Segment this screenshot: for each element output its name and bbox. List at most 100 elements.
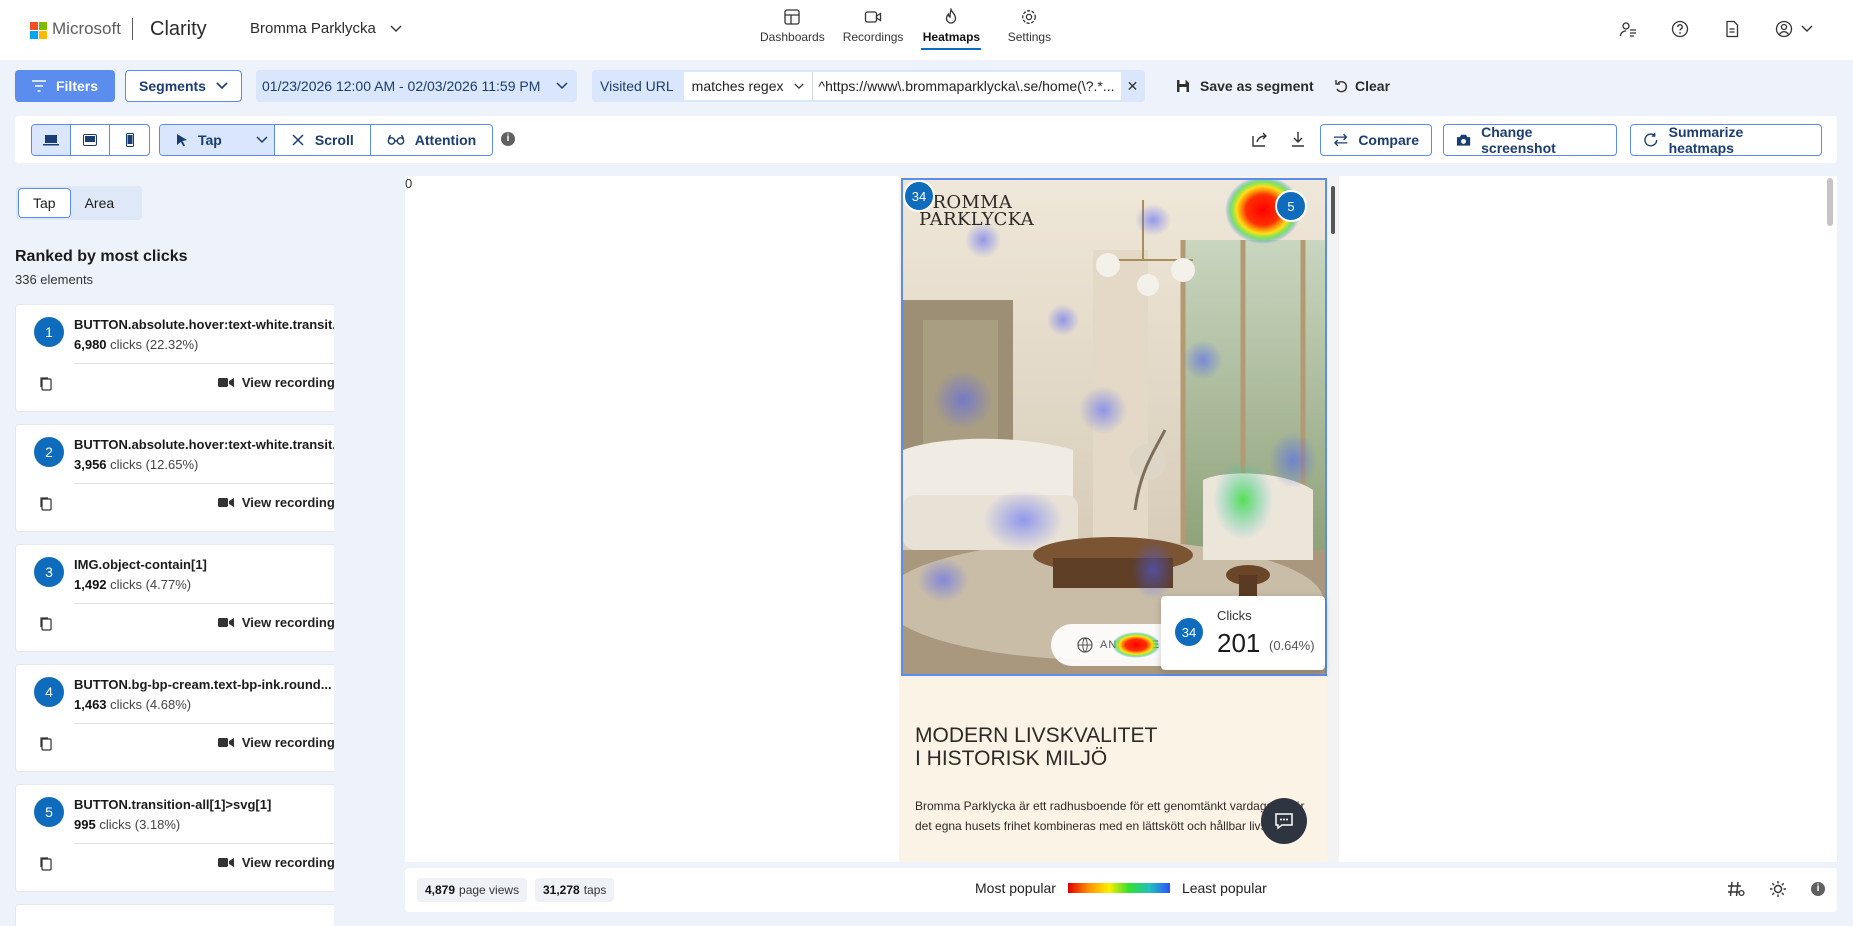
- device-desktop[interactable]: [32, 125, 71, 155]
- change-screenshot-label: Change screenshot: [1481, 124, 1556, 156]
- legend-most: Most popular: [975, 880, 1056, 896]
- share-icon[interactable]: [1251, 130, 1269, 148]
- compare-button[interactable]: Compare: [1320, 124, 1432, 156]
- tooltip-label: Clicks: [1217, 608, 1252, 623]
- brightness-icon[interactable]: [1769, 880, 1787, 898]
- site-logo: BROMMA PARKLYCKA: [919, 192, 1035, 230]
- rank-badge: 4: [34, 677, 64, 707]
- account-icon: [1775, 20, 1793, 38]
- click-stats: 3,956 clicks (12.65%): [74, 457, 199, 472]
- click-stats: 1,492 clicks (4.77%): [74, 577, 192, 592]
- taps-stat: 31,278 taps: [535, 878, 615, 902]
- clear-button[interactable]: Clear: [1335, 78, 1390, 94]
- mode-scroll[interactable]: Scroll: [275, 125, 371, 155]
- site-headline: MODERN LIVSKVALITET I HISTORISK MILJÖ: [915, 724, 1158, 770]
- device-tablet[interactable]: [71, 125, 110, 155]
- element-selector: IMG.object-contain[1]: [74, 557, 207, 572]
- visited-url-filter: Visited URL matches regex ^https://www\.…: [592, 70, 1145, 102]
- view-recordings-link[interactable]: View recordings: [217, 495, 334, 510]
- hashtag-settings-icon[interactable]: [1727, 881, 1745, 897]
- list-item[interactable]: 5 BUTTON.transition-all[1]>svg[1] 995 cl…: [15, 784, 334, 892]
- mode-attention[interactable]: Attention: [371, 125, 492, 155]
- footer-actions: i: [1727, 880, 1825, 898]
- url-value-input[interactable]: ^https://www\.brommaparklycka\.se/home(\…: [812, 72, 1121, 100]
- device-mobile[interactable]: [110, 125, 149, 155]
- project-selector[interactable]: Bromma Parklycka: [250, 20, 402, 37]
- canvas-scrollbar[interactable]: [1827, 178, 1833, 226]
- ranked-heading: Ranked by most clicks: [15, 248, 188, 265]
- element-selector: BUTTON.transition-all[1]>svg[1]: [74, 797, 272, 812]
- element-selector: BUTTON.absolute.hover:text-white.transit…: [74, 437, 334, 452]
- page-screenshot-scrollbar[interactable]: [1327, 176, 1339, 862]
- filters-label: Filters: [55, 78, 98, 94]
- filter-row: Filters Segments 01/23/2026 12:00 AM - 0…: [0, 60, 1853, 114]
- nav-recordings-label: Recordings: [842, 30, 904, 44]
- mode-attention-label: Attention: [414, 132, 477, 148]
- microsoft-logo-icon: [30, 22, 47, 39]
- mode-tap[interactable]: Tap: [160, 125, 275, 155]
- info-icon[interactable]: i: [501, 132, 515, 146]
- remove-filter-close-icon[interactable]: ✕: [1121, 78, 1145, 95]
- share-people-icon[interactable]: [1619, 20, 1637, 38]
- nav-dashboards[interactable]: Dashboards: [760, 8, 825, 50]
- nav-settings-label: Settings: [1007, 30, 1052, 44]
- element-selector: BUTTON.absolute.hover:text-white.transit…: [74, 317, 334, 332]
- video-icon: [217, 498, 234, 507]
- compare-arrows-icon: [1333, 133, 1348, 147]
- segments-button[interactable]: Segments: [125, 70, 242, 102]
- list-item[interactable]: 3 IMG.object-contain[1] 1,492 clicks (4.…: [15, 544, 334, 652]
- heatmap-mode-selector: Tap Scroll Attention: [159, 124, 494, 156]
- nav-dashboards-label: Dashboards: [760, 30, 825, 44]
- camera-icon: [1456, 134, 1471, 146]
- info-icon[interactable]: i: [1811, 882, 1825, 896]
- rank-badge: 1: [34, 317, 64, 347]
- chat-button[interactable]: [1261, 798, 1307, 844]
- tab-area[interactable]: Area: [71, 188, 129, 218]
- document-icon[interactable]: [1723, 20, 1741, 38]
- change-screenshot-button[interactable]: Change screenshot: [1443, 124, 1617, 156]
- click-rank-badge[interactable]: 34: [903, 180, 935, 212]
- chevron-down-icon: [390, 25, 402, 32]
- chevron-down-icon: [556, 82, 568, 90]
- desktop-icon: [43, 135, 59, 146]
- list-item[interactable]: 2 BUTTON.absolute.hover:text-white.trans…: [15, 424, 334, 532]
- header-actions: [1619, 20, 1813, 38]
- view-recordings-link[interactable]: View recordings: [217, 615, 334, 630]
- copy-icon[interactable]: [40, 857, 52, 871]
- filters-button[interactable]: Filters: [15, 70, 115, 102]
- nav-heatmaps[interactable]: Heatmaps: [921, 8, 982, 50]
- app-title[interactable]: Clarity: [150, 18, 207, 41]
- flame-icon: [946, 8, 957, 24]
- click-stats: 6,980 clicks (22.32%): [74, 337, 199, 352]
- help-icon[interactable]: [1671, 20, 1689, 38]
- tab-tap[interactable]: Tap: [18, 188, 71, 218]
- copy-icon[interactable]: [40, 617, 52, 631]
- tablet-icon: [83, 134, 97, 146]
- click-rank-badge[interactable]: 5: [1275, 190, 1307, 222]
- chevron-down-icon[interactable]: [256, 136, 268, 144]
- view-recordings-link[interactable]: View recordings: [217, 855, 334, 870]
- account-menu[interactable]: [1775, 20, 1813, 38]
- microsoft-label: Microsoft: [52, 19, 121, 38]
- url-operator-select[interactable]: matches regex: [683, 72, 813, 100]
- video-icon: [217, 738, 234, 747]
- save-as-segment-button[interactable]: Save as segment: [1176, 78, 1314, 94]
- summarize-heatmaps-button[interactable]: Summarize heatmaps: [1630, 124, 1822, 156]
- list-item[interactable]: [15, 904, 334, 926]
- nav-recordings[interactable]: Recordings: [842, 8, 904, 50]
- list-item[interactable]: 1 BUTTON.absolute.hover:text-white.trans…: [15, 304, 334, 412]
- scroll-arrows-icon: [292, 134, 304, 146]
- copy-icon[interactable]: [40, 377, 52, 391]
- list-item[interactable]: 4 BUTTON.bg-bp-cream.text-bp-ink.round..…: [15, 664, 334, 772]
- heatmap-footer: 4,879 page views 31,278 taps Most popular …: [405, 868, 1837, 912]
- copy-icon[interactable]: [40, 497, 52, 511]
- dashboard-icon: [784, 9, 801, 25]
- page-screenshot: BROMMAPARKLYCKA 34 5 ANIMA SE MODERN LIV…: [899, 176, 1339, 862]
- copy-icon[interactable]: [40, 737, 52, 751]
- nav-settings[interactable]: Settings: [999, 8, 1059, 50]
- date-range-picker[interactable]: 01/23/2026 12:00 AM - 02/03/2026 11:59 P…: [256, 70, 577, 102]
- view-recordings-link[interactable]: View recordings: [217, 735, 334, 750]
- view-recordings-link[interactable]: View recordings: [217, 375, 334, 390]
- download-icon[interactable]: [1289, 130, 1307, 148]
- sparkle-refresh-icon: [1644, 133, 1658, 147]
